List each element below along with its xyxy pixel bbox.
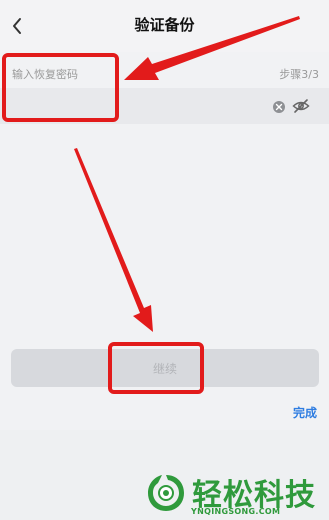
header-bar: 验证备份 [0,0,329,52]
annotation-arrow-mid [74,148,153,332]
clear-icon [273,101,285,113]
eye-off-icon [292,99,310,113]
brand-url: YNQINGSONG.COM [191,507,281,516]
recovery-password-input[interactable] [12,94,252,118]
logo-icon [148,475,184,511]
step-indicator: 步骤3/3 [279,68,319,81]
clear-button[interactable] [272,99,286,113]
page-title: 验证备份 [134,16,195,34]
done-link[interactable]: 完成 [293,404,317,421]
toggle-visibility-button[interactable] [292,98,310,114]
continue-button[interactable]: 继续 [11,349,319,387]
recovery-password-label: 输入恢复密码 [12,68,78,81]
